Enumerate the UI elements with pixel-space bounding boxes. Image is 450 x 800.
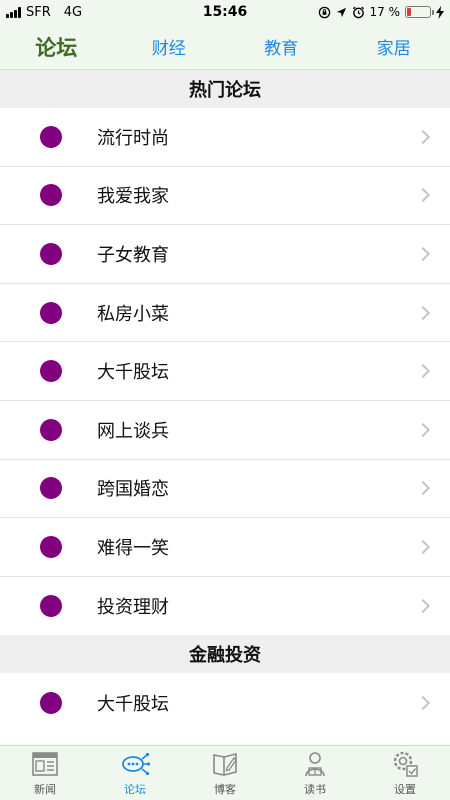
alarm-icon [352,6,364,18]
bottom-tab-bar: 新闻 论坛 博客 读书 设置 [0,745,450,800]
forum-item-label: 大千股坛 [97,362,169,384]
forum-list: 热门论坛 流行时尚 我爱我家 子女教育 私房小菜 大千股坛 网上谈兵 跨国婚恋 难得一笑 投资理财… [0,70,450,745]
tab-bar-label: 读书 [304,783,326,796]
bullet-dot-icon [40,477,62,500]
chevron-right-icon [415,598,431,614]
tab-bar-item-settings[interactable]: 设置 [360,746,450,800]
chevron-right-icon [415,305,431,320]
tab-bar-label: 设置 [394,783,416,796]
chevron-right-icon [415,539,431,555]
status-bar: SFR 4G 15:46 17 % [0,0,450,24]
bullet-dot-icon [40,691,62,714]
bullet-dot-icon [40,301,62,324]
forum-item-label: 跨国婚恋 [97,479,169,501]
bullet-dot-icon [40,595,62,618]
forum-list-item[interactable]: 流行时尚 [0,108,450,167]
bullet-dot-icon [40,360,62,383]
chevron-right-icon [415,695,431,710]
chevron-right-icon [415,481,431,496]
bullet-dot-icon [40,125,62,148]
tab-bar-item-reader[interactable]: 读书 [270,746,360,800]
location-icon [336,7,346,17]
tab-bar-item-blog[interactable]: 博客 [180,746,270,800]
forum-item-label: 我爱我家 [97,186,169,208]
bullet-dot-icon [40,535,62,558]
chevron-right-icon [415,188,431,203]
forum-list-item[interactable]: 大千股坛 [0,342,450,401]
reader-icon [300,749,330,781]
chevron-right-icon [415,422,431,437]
section-header: 热门论坛 [0,70,450,108]
charging-bolt-icon [436,5,444,19]
chevron-right-icon [415,129,431,144]
top-category-nav: 论坛 财经 教育 家居 [0,24,450,70]
chevron-right-icon [415,246,431,262]
tab-home[interactable]: 家居 [338,34,450,59]
forum-item-label: 大千股坛 [97,693,169,715]
forum-item-label: 子女教育 [97,244,169,266]
forum-list-item[interactable]: 大千股坛 [0,673,450,732]
bullet-dot-icon [40,418,62,441]
tab-finance[interactable]: 财经 [113,34,226,59]
forum-item-label: 私房小菜 [97,303,169,325]
rotation-lock-icon [318,6,330,18]
tab-bar-label: 新闻 [34,783,56,796]
forum-list-item[interactable]: 网上谈兵 [0,400,450,460]
forum-item-label: 网上谈兵 [97,420,169,442]
forum-list-item[interactable]: 难得一笑 [0,518,450,577]
blog-icon [210,749,240,781]
bullet-dot-icon [40,184,62,207]
forum-item-label: 投资理财 [97,597,169,619]
battery-percent: 17 % [369,5,401,19]
bullet-dot-icon [40,242,62,265]
tab-education[interactable]: 教育 [225,34,338,59]
tab-bar-item-forum[interactable]: 论坛 [90,746,180,800]
tab-forum[interactable]: 论坛 [0,32,113,62]
section-header: 金融投资 [0,635,450,674]
battery-icon [405,6,434,18]
tab-bar-label: 博客 [214,783,236,796]
forum-icon [120,749,151,781]
forum-item-label: 流行时尚 [97,127,169,149]
status-right: 17 % [318,0,444,24]
newspaper-icon [30,749,60,781]
forum-list-item[interactable]: 子女教育 [0,225,450,284]
forum-list-item[interactable]: 跨国婚恋 [0,459,450,519]
tab-bar-label: 论坛 [124,783,146,796]
forum-item-label: 难得一笑 [97,537,169,559]
settings-icon [390,749,420,781]
chevron-right-icon [415,364,431,379]
forum-list-item[interactable]: 投资理财 [0,576,450,636]
forum-list-item[interactable]: 私房小菜 [0,283,450,343]
tab-bar-item-newspaper[interactable]: 新闻 [0,746,90,800]
forum-list-item[interactable]: 我爱我家 [0,166,450,226]
